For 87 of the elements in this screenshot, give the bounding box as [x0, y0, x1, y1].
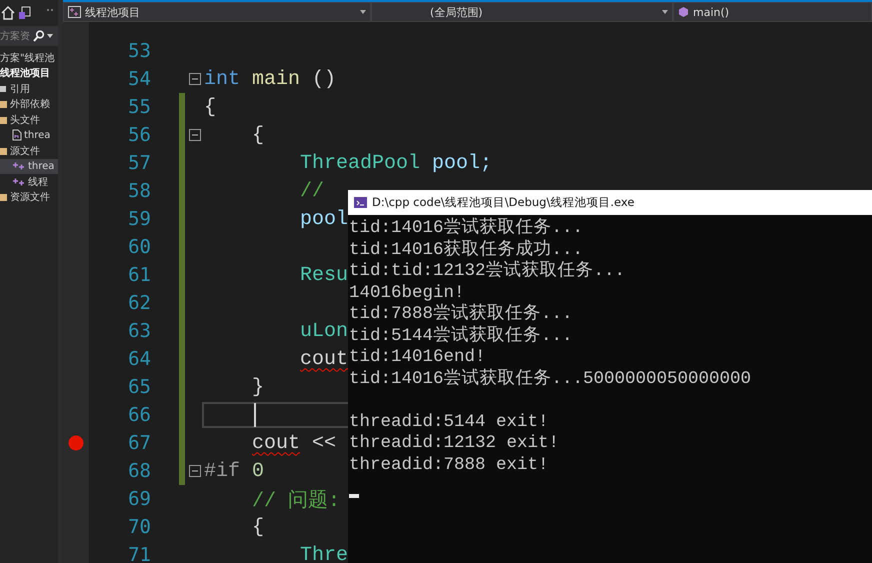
- plus-plus-icon: [68, 6, 81, 18]
- line-number: 69: [127, 488, 151, 510]
- folder-icon: [0, 114, 8, 125]
- plus-plus-icon: [12, 176, 26, 187]
- line-number: 68: [127, 460, 151, 482]
- folder-icon: [0, 192, 8, 202]
- line-number: 57: [127, 152, 151, 174]
- code-token: //: [300, 180, 324, 202]
- code-token: int: [204, 68, 240, 90]
- console-line: tid:14016尝试获取任务...5000000050000000: [349, 368, 752, 390]
- cube-icon: [678, 6, 689, 18]
- console-line: tid:7888尝试获取任务...: [349, 304, 574, 326]
- tree-item[interactable]: 资源文件: [0, 190, 58, 205]
- console-line: tid:tid:12132尝试获取任务...: [349, 261, 626, 282]
- collapse-icon[interactable]: [188, 465, 200, 477]
- code-token: cout: [300, 348, 348, 370]
- line-number: 61: [127, 264, 151, 286]
- member-dropdown[interactable]: main(): [673, 2, 872, 22]
- code-token: main: [252, 68, 300, 90]
- code-token: ThreadPool: [300, 152, 420, 174]
- tree-item[interactable]: 线程: [0, 174, 58, 190]
- line-number: 53: [127, 40, 151, 62]
- line-number: 62: [127, 292, 151, 314]
- line-number: 63: [127, 320, 151, 342]
- folder-icon: [0, 99, 8, 110]
- tree-item[interactable]: 引用: [0, 81, 58, 96]
- collapse-icon[interactable]: [188, 73, 200, 85]
- code-token: 0: [252, 460, 264, 482]
- line-number: 59: [127, 208, 151, 230]
- console-line: tid:14016尝试获取任务...: [349, 218, 584, 240]
- console-line: threadid:12132 exit!: [349, 433, 560, 454]
- code-token: Thre: [300, 544, 348, 563]
- folder-icon: [0, 146, 8, 156]
- console-title: D:\cpp code\线程池项目\Debug\线程池项目.exe: [372, 195, 634, 210]
- house-icon[interactable]: [1, 6, 15, 20]
- code-token: cout: [252, 432, 300, 454]
- code-token: {: [252, 516, 264, 538]
- code-token: {: [204, 96, 216, 118]
- line-number: 67: [127, 432, 151, 454]
- tree-item[interactable]: 源文件: [0, 143, 58, 158]
- search-icon[interactable]: [33, 30, 45, 42]
- window-icon[interactable]: [19, 6, 31, 20]
- tree-item[interactable]: 外部依赖: [0, 96, 58, 112]
- file-icon: [12, 129, 22, 142]
- tree-item[interactable]: threa: [0, 128, 58, 143]
- console-cursor: [349, 494, 359, 498]
- console-line: 14016begin!: [349, 282, 466, 304]
- console-icon: [354, 197, 367, 208]
- caret-icon[interactable]: [47, 34, 53, 38]
- line-number: 64: [127, 348, 151, 370]
- tree-item[interactable]: threa: [0, 158, 58, 174]
- code-token: }: [252, 376, 264, 398]
- code-token: pool;: [432, 152, 492, 174]
- line-number: 55: [127, 96, 151, 118]
- code-token: (): [312, 68, 336, 90]
- code-token: // 问题:: [252, 488, 340, 512]
- plus-plus-icon: [12, 161, 26, 172]
- collapse-icon[interactable]: [188, 129, 200, 141]
- console-line: threadid:7888 exit!: [349, 454, 550, 476]
- line-number: 65: [127, 376, 151, 398]
- line-number: 71: [127, 544, 151, 563]
- line-number: 66: [127, 404, 151, 426]
- scope-dropdown[interactable]: (全局范围): [371, 2, 673, 22]
- tree-item[interactable]: 线程池项目: [0, 66, 58, 81]
- console-line: tid:14016获取任务成功...: [349, 240, 584, 260]
- caret-icon: [662, 10, 668, 14]
- square-icon: [0, 84, 8, 94]
- console-line: tid:5144尝试获取任务...: [349, 326, 574, 347]
- code-token: uLon: [300, 320, 348, 342]
- caret-icon: [360, 10, 366, 14]
- tree-item[interactable]: 头文件: [0, 112, 58, 128]
- code-token: Resu: [300, 264, 348, 286]
- project-dropdown[interactable]: 线程池项目: [63, 2, 371, 22]
- line-number: 54: [127, 68, 151, 90]
- console-line: tid:14016end!: [349, 347, 487, 368]
- code-token: pool: [300, 208, 348, 230]
- breakpoint-icon[interactable]: [68, 435, 84, 451]
- code-token: {: [252, 124, 264, 146]
- line-number: 58: [127, 180, 151, 202]
- line-number: 70: [127, 516, 151, 538]
- code-token: #if: [204, 460, 240, 482]
- line-number: 56: [127, 124, 151, 146]
- console-line: threadid:5144 exit!: [349, 412, 550, 433]
- code-token: <<: [312, 432, 336, 454]
- text-caret: [254, 403, 256, 427]
- line-number: 60: [127, 236, 151, 258]
- tree-item[interactable]: 方案"线程池: [0, 50, 58, 66]
